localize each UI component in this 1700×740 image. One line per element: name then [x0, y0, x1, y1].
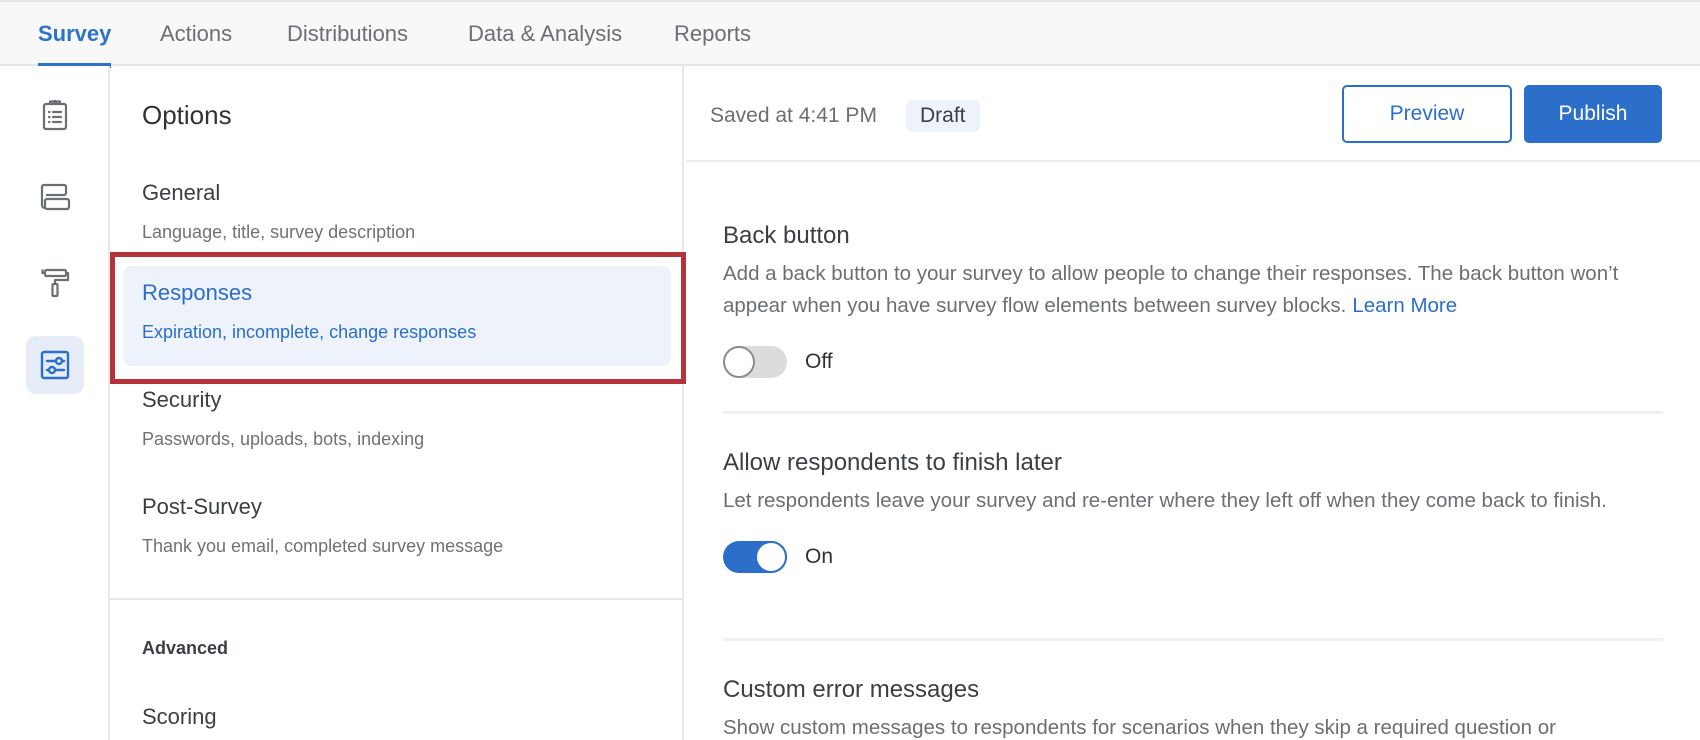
options-item-desc: Language, title, survey description	[142, 222, 416, 242]
options-item-title: General	[142, 180, 221, 205]
options-item-general[interactable]: General Language, title, survey descript…	[123, 166, 671, 266]
finish-later-toggle[interactable]	[723, 541, 787, 573]
options-item-desc: Expiration, incomplete, change responses	[142, 322, 477, 342]
back-button-toggle[interactable]	[723, 346, 787, 378]
tool-rail	[0, 66, 110, 740]
setting-description: Let respondents leave your survey and re…	[723, 489, 1607, 512]
learn-more-link[interactable]: Learn More	[1352, 294, 1457, 317]
options-title: Options	[142, 100, 232, 130]
toggle-state-label: On	[805, 545, 834, 568]
options-item-post-survey[interactable]: Post-Survey Thank you email, completed s…	[123, 480, 671, 580]
advanced-section-label: Advanced	[142, 638, 229, 658]
setting-description: Add a back button to your survey to allo…	[723, 258, 1663, 322]
options-item-title: Responses	[142, 280, 253, 305]
options-item-title: Post-Survey	[142, 494, 262, 519]
options-item-responses[interactable]: Responses Expiration, incomplete, change…	[123, 266, 671, 366]
setting-desc-text: Add a back button to your survey to allo…	[723, 262, 1619, 317]
options-panel: Options General Language, title, survey …	[110, 66, 684, 740]
options-divider	[110, 598, 682, 600]
options-item-title: Security	[142, 387, 222, 412]
top-navigation: Survey Actions Distributions Data & Anal…	[0, 0, 1700, 68]
rail-look-and-feel-button[interactable]	[26, 254, 84, 312]
options-item-scoring[interactable]: Scoring	[142, 704, 217, 730]
rail-survey-options-button[interactable]	[26, 336, 84, 394]
publish-button[interactable]: Publish	[1524, 85, 1662, 143]
clipboard-list-icon	[42, 99, 68, 131]
rail-survey-flow-button[interactable]	[26, 86, 84, 144]
setting-title: Back button	[723, 222, 850, 249]
setting-custom-error-messages: Custom error messages Show custom messag…	[723, 676, 1663, 740]
options-item-security[interactable]: Security Passwords, uploads, bots, index…	[123, 373, 671, 473]
toggle-knob	[723, 346, 755, 378]
settings-content: Back button Add a back button to your su…	[686, 162, 1700, 740]
setting-back-button: Back button Add a back button to your su…	[723, 222, 1663, 378]
tab-actions[interactable]: Actions	[160, 2, 232, 66]
toggle-knob	[755, 541, 787, 573]
rail-blocks-button[interactable]	[26, 168, 84, 226]
options-item-desc: Passwords, uploads, bots, indexing	[142, 429, 425, 449]
toggle-row: Off	[723, 346, 1663, 378]
tab-distributions[interactable]: Distributions	[287, 2, 408, 66]
setting-title: Allow respondents to finish later	[723, 449, 1062, 476]
tab-reports[interactable]: Reports	[674, 2, 751, 66]
status-badge: Draft	[906, 100, 980, 132]
setting-description: Show custom messages to respondents for …	[723, 716, 1556, 739]
options-item-desc: Thank you email, completed survey messag…	[142, 536, 504, 556]
saved-status: Saved at 4:41 PM	[710, 104, 877, 127]
editor-header: Saved at 4:41 PM Draft Preview Publish	[686, 66, 1700, 162]
tab-survey[interactable]: Survey	[38, 2, 112, 68]
section-divider	[723, 638, 1663, 641]
setting-title: Custom error messages	[723, 676, 980, 703]
blocks-layout-icon	[40, 183, 71, 211]
toggle-state-label: Off	[805, 350, 833, 373]
preview-button[interactable]: Preview	[1342, 85, 1512, 143]
setting-finish-later: Allow respondents to finish later Let re…	[723, 449, 1663, 573]
tab-data-analysis[interactable]: Data & Analysis	[468, 2, 622, 66]
paint-roller-icon	[41, 268, 70, 298]
sliders-settings-icon	[40, 350, 70, 380]
section-divider	[723, 411, 1663, 414]
toggle-row: On	[723, 541, 1663, 573]
